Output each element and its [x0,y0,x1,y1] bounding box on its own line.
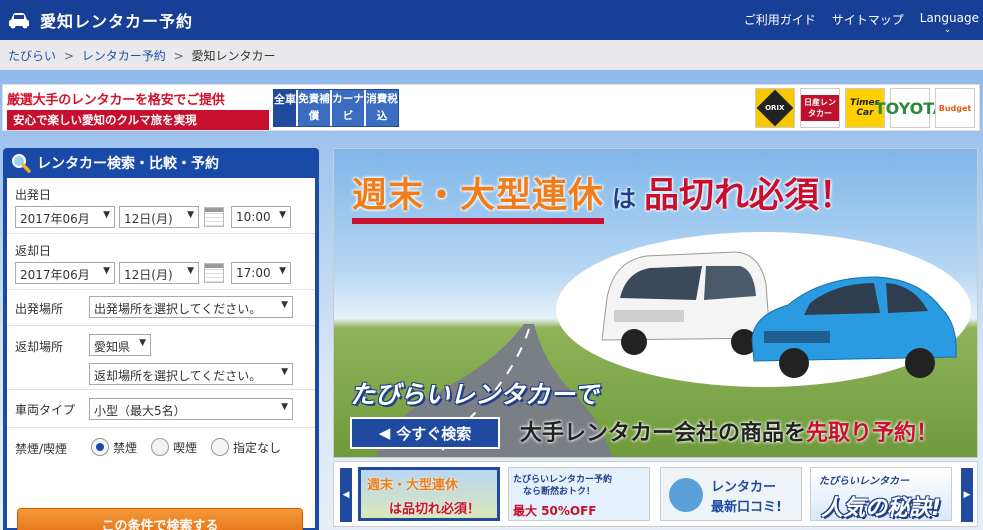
hero-title-particle: は [612,185,637,213]
smoking-label: 禁煙/喫煙 [15,442,68,456]
smoking-row: 禁煙/喫煙 禁煙 喫煙 指定なし [7,428,315,466]
dropdown-arrow-icon: ▼ [103,210,110,220]
radio-smoking[interactable]: 喫煙 [151,438,197,456]
nav-sitemap[interactable]: サイトマップ [832,11,904,28]
radio-nonsmoking[interactable]: 禁煙 [91,438,137,456]
return-label: 返却日 [15,244,52,258]
depart-place-select[interactable]: 出発場所を選択してください。 ▼ [89,296,293,318]
car-icon [8,12,30,29]
dropdown-arrow-icon: ▼ [187,266,194,276]
search-icon [11,153,31,173]
radio-icon [211,438,229,456]
dropdown-arrow-icon: ▼ [103,266,110,276]
dropdown-arrow-icon: ▼ [279,266,286,276]
language-label: Language [919,11,979,25]
return-day-select[interactable]: 12日(月) ▼ [119,262,199,284]
hero-banner[interactable]: 週末・大型連休 は 品切れ必須！ たびらいレンタカーで ◀ 今すぐ検索 大手レン… [333,148,978,458]
breadcrumb-home[interactable]: たびらい [8,49,56,63]
promo-line-2: 安心で楽しい愛知のクルマ旅を実現 [7,110,269,130]
nav-guide[interactable]: ご利用ガイド [744,11,816,28]
search-panel-header: レンタカー検索・比較・予約 [3,148,319,178]
promo-strip: 厳選大手のレンタカーを格安でご提供 安心で楽しい愛知のクルマ旅を実現 全車 免責… [2,84,980,131]
feature-insurance: 免責補償 [296,90,330,126]
dropdown-arrow-icon: ▼ [279,210,286,220]
carousel-next-button[interactable]: ▶ [961,468,973,522]
hero-title-main: 週末・大型連休 [352,174,605,224]
feature-badges: 全車 免責補償 カーナビ 消費税込 [273,89,399,127]
dropdown-arrow-icon: ▼ [187,210,194,220]
breadcrumb-separator: > [63,49,74,63]
dropdown-arrow-icon: ▼ [139,338,146,348]
search-panel-title: レンタカー検索・比較・予約 [37,156,219,172]
blue-car-image [751,276,957,378]
search-submit-button[interactable]: この条件で検索する [17,508,303,530]
feature-all-label: 全車 [274,90,296,126]
hero-cta-highlight: 先取り予約！ [806,421,939,446]
dropdown-arrow-icon: ▼ [281,402,288,412]
promo-text: 厳選大手のレンタカーを格安でご提供 安心で楽しい愛知のクルマ旅を実現 [7,89,269,130]
carousel-slide-1[interactable]: 週末・大型連休 は品切れ必須！ [358,467,500,521]
dropdown-arrow-icon: ▼ [281,367,288,377]
banner-carousel: ◀ 週末・大型連休 は品切れ必須！ たびらいレンタカー予約 なら断然おトク！ 最… [333,461,978,527]
vehicle-label: 車両タイプ [15,403,76,417]
brand[interactable]: 愛知レンタカー予約 [8,8,193,32]
vehicle-select[interactable]: 小型（最大5名） ▼ [89,398,293,420]
depart-place-row: 出発場所 出発場所を選択してください。 ▼ [7,290,315,326]
nav-language[interactable]: Language ⌄ [919,11,979,35]
orix-logo[interactable]: ORIX [755,88,795,128]
breadcrumb-separator: > [173,49,184,63]
carousel-slide-2[interactable]: たびらいレンタカー予約 なら断然おトク！ 最大 50%OFF [508,467,650,521]
depart-day-select[interactable]: 12日(月) ▼ [119,206,199,228]
depart-label: 出発日 [15,188,52,202]
chevron-down-icon: ⌄ [943,25,952,35]
calendar-icon[interactable] [204,263,224,283]
search-now-button[interactable]: ◀ 今すぐ検索 [350,417,500,449]
nissan-logo[interactable]: 日産レンタカー [800,88,840,128]
breadcrumb-rentacar[interactable]: レンタカー予約 [82,49,166,63]
hero-title: 週末・大型連休 は 品切れ必須！ [352,167,854,224]
feature-navi: カーナビ [330,90,364,126]
carousel-prev-button[interactable]: ◀ [340,468,352,522]
toyota-logo[interactable]: TOYOTA [875,88,945,128]
search-panel: レンタカー検索・比較・予約 出発日 2017年06月 ▼ 12日(月) ▼ 10:0… [3,148,319,530]
dropdown-arrow-icon: ▼ [281,300,288,310]
hero-title-sub: 品切れ必須！ [644,176,855,216]
breadcrumb: たびらい > レンタカー予約 > 愛知レンタカー [0,40,983,70]
page-title: 愛知レンタカー予約 [40,12,194,31]
vehicle-row: 車両タイプ 小型（最大5名） ▼ [7,390,315,428]
radio-selected-icon [91,438,109,456]
depart-month-select[interactable]: 2017年06月 ▼ [15,206,115,228]
depart-time-select[interactable]: 10:00 ▼ [231,206,291,228]
radio-icon [151,438,169,456]
carousel-slide-3[interactable]: レンタカー 最新口コミ! [660,467,802,521]
carousel-slide-4[interactable]: たびらいレンタカー 人気の秘訣! [810,467,952,521]
budget-logo[interactable]: Budget [935,88,975,128]
hero-cta-text: 大手レンタカー会社の商品を [520,421,807,446]
top-nav: ご利用ガイド サイトマップ Language ⌄ [744,11,979,35]
partner-logos: ORIX 日産レンタカー Times Car TOYOTA Budget [755,88,975,128]
chevron-right-icon: ▶ [963,490,971,500]
return-row: 返却日 2017年06月 ▼ 12日(月) ▼ 17:00 ▼ [7,234,315,290]
return-month-select[interactable]: 2017年06月 ▼ [15,262,115,284]
breadcrumb-current: 愛知レンタカー [191,49,276,63]
calendar-icon[interactable] [204,207,224,227]
return-place-row: 返却場所 愛知県 ▼ 返却場所を選択してください。 ▼ [7,326,315,390]
people-icon [669,478,703,512]
feature-tax: 消費税込 [364,90,398,126]
return-time-select[interactable]: 17:00 ▼ [231,262,291,284]
site-header: 愛知レンタカー予約 ご利用ガイド サイトマップ Language ⌄ [0,0,983,40]
radio-any[interactable]: 指定なし [211,438,281,456]
return-pref-select[interactable]: 愛知県 ▼ [89,334,151,356]
triangle-left-icon: ◀ [378,424,391,442]
depart-row: 出発日 2017年06月 ▼ 12日(月) ▼ 10:00 ▼ [7,178,315,234]
hero-cta: 大手レンタカー会社の商品を先取り予約！ [520,415,938,447]
depart-place-label: 出発場所 [15,302,64,316]
chevron-left-icon: ◀ [342,490,350,500]
promo-line-1: 厳選大手のレンタカーを格安でご提供 [7,93,225,108]
return-place-label: 返却場所 [15,340,64,354]
search-form: 出発日 2017年06月 ▼ 12日(月) ▼ 10:00 ▼ 返却日 2017年06… [7,178,315,530]
return-place-select[interactable]: 返却場所を選択してください。 ▼ [89,363,293,385]
hero-subtitle: たびらいレンタカーで [350,380,599,409]
